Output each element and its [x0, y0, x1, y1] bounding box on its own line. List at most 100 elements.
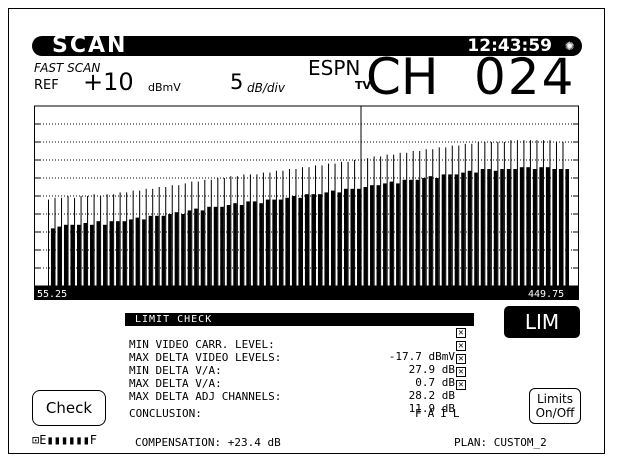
- conclusion-label: CONCLUSION:: [129, 407, 202, 420]
- video-carrier-bar: [536, 140, 538, 286]
- network-name: ESPN: [308, 56, 361, 80]
- spectrum-display: [34, 105, 579, 300]
- video-carrier-bar: [354, 160, 356, 286]
- limits-on-off-button[interactable]: Limits On/Off: [529, 388, 581, 424]
- channel-label: CH: [366, 48, 439, 106]
- video-carrier-bar: [432, 149, 434, 286]
- video-carrier-bar: [210, 179, 212, 286]
- video-carrier-bar: [54, 197, 56, 286]
- audio-carrier-bar: [220, 206, 224, 286]
- audio-carrier-bar: [116, 221, 120, 286]
- audio-carrier-bar: [168, 214, 172, 286]
- fail-checkbox-icon: ✕: [456, 341, 466, 351]
- audio-carrier-bar: [155, 215, 159, 286]
- video-carrier-bar: [282, 170, 284, 286]
- video-carrier-bar: [80, 196, 82, 286]
- audio-carrier-bar: [76, 224, 81, 286]
- audio-carrier-bar: [272, 199, 276, 286]
- video-carrier-bar: [100, 196, 102, 286]
- audio-carrier-bar: [181, 214, 185, 286]
- ref-label: REF: [34, 78, 59, 93]
- audio-carrier-bar: [70, 224, 75, 286]
- limit-row: MAX DELTA ADJ CHANNELS: 11.9 dB: [129, 379, 455, 415]
- audio-carrier-bar: [317, 194, 322, 286]
- audio-carrier-bar: [422, 178, 426, 286]
- battery-full-label: F: [89, 433, 98, 447]
- video-carrier-bar: [288, 169, 290, 286]
- audio-carrier-bar: [50, 228, 55, 286]
- video-carrier-bar: [386, 154, 388, 286]
- audio-carrier-bar: [83, 223, 88, 286]
- limit-check-panel: LIMIT CHECK MIN VIDEO CARR. LEVEL: -17.7…: [125, 313, 474, 420]
- audio-carrier-bar: [474, 172, 478, 286]
- video-carrier-bar: [262, 172, 264, 286]
- video-carrier-bar: [464, 143, 466, 286]
- video-carrier-bar: [406, 152, 408, 286]
- audio-carrier-bar: [239, 205, 244, 286]
- stop-frequency: 449.75: [528, 289, 565, 300]
- audio-carrier-bar: [57, 226, 62, 286]
- audio-carrier-bar: [90, 224, 94, 286]
- video-carrier-bar: [328, 163, 330, 286]
- video-carrier-bar: [243, 174, 245, 286]
- video-carrier-bar: [269, 172, 271, 286]
- video-carrier-bar: [490, 142, 492, 286]
- scale-value: 5: [230, 70, 244, 94]
- limit-row-value: 28.2 dB: [408, 389, 455, 402]
- audio-carrier-bar: [187, 210, 192, 286]
- audio-carrier-bar: [539, 167, 543, 286]
- video-carrier-bar: [223, 178, 225, 286]
- video-carrier-bar: [549, 140, 551, 286]
- video-carrier-bar: [523, 140, 525, 286]
- audio-carrier-bar: [441, 174, 446, 286]
- audio-carrier-bar: [291, 196, 296, 286]
- audio-carrier-bar: [337, 192, 342, 286]
- ref-unit: dBmV: [148, 81, 181, 94]
- audio-carrier-bar: [278, 199, 283, 286]
- video-carrier-bar: [529, 140, 531, 286]
- audio-carrier-bar: [207, 206, 211, 286]
- video-carrier-bar: [113, 194, 115, 286]
- video-carrier-bar: [510, 140, 512, 286]
- audio-carrier-bar: [402, 179, 407, 286]
- check-button[interactable]: Check: [32, 390, 106, 426]
- audio-carrier-bar: [129, 219, 133, 286]
- video-carrier-bar: [152, 188, 154, 286]
- video-carrier-bar: [347, 161, 349, 286]
- video-carrier-bar: [412, 151, 414, 286]
- audio-carrier-bar: [135, 217, 140, 286]
- lim-button[interactable]: LIM: [504, 306, 580, 338]
- video-carrier-bar: [497, 142, 499, 286]
- audio-carrier-bar: [174, 212, 179, 286]
- audio-carrier-bar: [506, 169, 511, 286]
- video-carrier-bar: [165, 187, 167, 286]
- audio-carrier-bar: [200, 210, 205, 286]
- video-carrier-bar: [275, 170, 277, 286]
- fail-checkbox-icon: ✕: [456, 367, 466, 377]
- fail-checkbox-icon: ✕: [456, 354, 466, 364]
- conclusion-value: FAIL: [415, 407, 466, 420]
- audio-carrier-bar: [213, 206, 218, 286]
- limits-button-line2: On/Off: [535, 406, 575, 420]
- audio-carrier-bar: [343, 188, 348, 286]
- video-carrier-bar: [419, 151, 421, 286]
- video-carrier-bar: [132, 190, 134, 286]
- fail-checkbox-icon: ✕: [456, 380, 466, 390]
- audio-carrier-bar: [493, 170, 498, 286]
- audio-carrier-bar: [194, 208, 198, 286]
- video-carrier-bar: [93, 194, 95, 286]
- video-carrier-bar: [315, 165, 317, 286]
- video-carrier-bar: [249, 174, 251, 286]
- video-carrier-bar: [451, 145, 453, 286]
- limit-row-label: MAX DELTA ADJ CHANNELS:: [129, 390, 282, 403]
- video-carrier-bar: [321, 165, 323, 286]
- audio-carrier-bar: [259, 203, 263, 286]
- video-carrier-bar: [334, 163, 336, 286]
- battery-icon: ⊡E▮▮▮▮▮▮: [32, 433, 90, 447]
- video-carrier-bar: [171, 185, 173, 286]
- limits-button-line1: Limits: [537, 392, 573, 406]
- audio-carrier-bar: [376, 185, 381, 286]
- frequency-axis-bar: [34, 286, 579, 300]
- video-carrier-bar: [87, 196, 89, 286]
- video-carrier-bar: [158, 187, 160, 286]
